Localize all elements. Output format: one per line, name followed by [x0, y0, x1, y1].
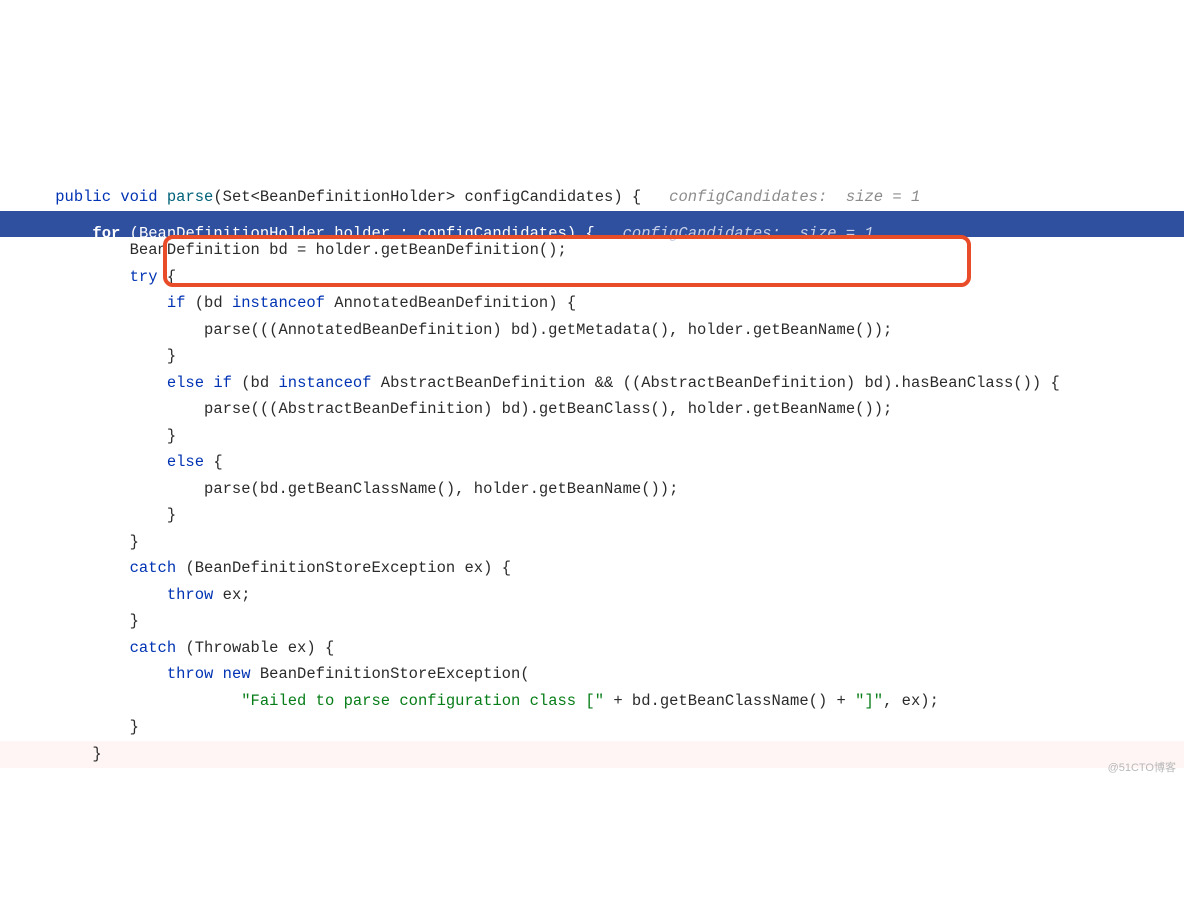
gutter [0, 290, 18, 317]
code-line[interactable]: else if (bd instanceof AbstractBeanDefin… [0, 370, 1184, 397]
code-token [18, 559, 130, 577]
code-token [18, 453, 167, 471]
gutter [0, 714, 18, 741]
code-token: configCandidates: size = 1 [641, 188, 920, 206]
watermark: @51CTO博客 [1108, 759, 1176, 778]
code-token: } [18, 533, 139, 551]
gutter [0, 661, 18, 688]
gutter [0, 767, 18, 783]
gutter [0, 423, 18, 450]
code-token: (bd [195, 294, 232, 312]
code-line[interactable]: BeanDefinition bd = holder.getBeanDefini… [0, 237, 1184, 264]
code-token: throw [167, 586, 223, 604]
code-token [18, 294, 167, 312]
code-line[interactable]: } [0, 502, 1184, 529]
code-line[interactable]: throw ex; [0, 582, 1184, 609]
code-token: } [18, 612, 139, 630]
code-line[interactable]: } [0, 423, 1184, 450]
code-token: "]" [855, 692, 883, 710]
gutter [0, 264, 18, 291]
code-line[interactable]: catch (BeanDefinitionStoreException ex) … [0, 555, 1184, 582]
gutter [0, 582, 18, 609]
code-token [18, 692, 241, 710]
gutter [0, 476, 18, 503]
code-token: { [167, 268, 176, 286]
code-line[interactable]: throw new BeanDefinitionStoreException( [0, 661, 1184, 688]
code-token: + bd.getBeanClassName() + [613, 692, 855, 710]
code-token: } [18, 347, 176, 365]
gutter [0, 608, 18, 635]
code-token: else if [167, 374, 241, 392]
code-token: try [130, 268, 167, 286]
code-token: } [18, 506, 176, 524]
code-line[interactable] [0, 767, 1184, 783]
code-line[interactable]: else { [0, 449, 1184, 476]
gutter [0, 396, 18, 423]
gutter [0, 688, 18, 715]
code-token: catch [130, 559, 186, 577]
gutter [0, 502, 18, 529]
code-token: } [18, 427, 176, 445]
gutter [0, 555, 18, 582]
gutter [0, 741, 18, 768]
code-token: instanceof [278, 374, 380, 392]
code-line[interactable]: try { [0, 264, 1184, 291]
code-token: (Set<BeanDefinitionHolder> configCandida… [213, 188, 641, 206]
code-line[interactable]: } [0, 608, 1184, 635]
code-token: BeanDefinition bd = holder.getBeanDefini… [18, 241, 567, 259]
code-token [18, 771, 27, 783]
code-token: parse(((AnnotatedBeanDefinition) bd).get… [18, 321, 892, 339]
gutter [0, 343, 18, 370]
code-token: , ex); [883, 692, 939, 710]
code-line[interactable]: catch (Throwable ex) { [0, 635, 1184, 662]
code-token: (Throwable ex) { [185, 639, 334, 657]
code-token [18, 665, 167, 683]
gutter [0, 317, 18, 344]
code-token: (bd [241, 374, 278, 392]
code-token: } [18, 745, 102, 763]
code-token: if [167, 294, 195, 312]
code-token: else [167, 453, 214, 471]
code-line[interactable]: parse(bd.getBeanClassName(), holder.getB… [0, 476, 1184, 503]
gutter [0, 449, 18, 476]
code-line[interactable]: public void parse(Set<BeanDefinitionHold… [0, 184, 1184, 211]
gutter [0, 184, 18, 211]
code-token [18, 268, 130, 286]
code-line[interactable]: parse(((AbstractBeanDefinition) bd).getB… [0, 396, 1184, 423]
code-editor[interactable]: public void parse(Set<BeanDefinitionHold… [0, 105, 1184, 783]
gutter [0, 529, 18, 556]
code-line[interactable]: } [0, 714, 1184, 741]
code-token: throw new [167, 665, 260, 683]
code-token: AnnotatedBeanDefinition) { [334, 294, 576, 312]
code-token: BeanDefinitionStoreException( [260, 665, 530, 683]
code-line[interactable]: "Failed to parse configuration class [" … [0, 688, 1184, 715]
code-token: catch [130, 639, 186, 657]
code-token: { [213, 453, 222, 471]
lines-container: public void parse(Set<BeanDefinitionHold… [0, 184, 1184, 783]
code-token [18, 374, 167, 392]
code-line[interactable]: } [0, 741, 1184, 768]
code-token: "Failed to parse configuration class [" [241, 692, 613, 710]
code-line[interactable]: parse(((AnnotatedBeanDefinition) bd).get… [0, 317, 1184, 344]
code-token: parse [167, 188, 214, 206]
code-token: parse(bd.getBeanClassName(), holder.getB… [18, 480, 678, 498]
code-token: public void [55, 188, 167, 206]
code-line[interactable]: for (BeanDefinitionHolder holder : confi… [0, 211, 1184, 238]
code-token: (BeanDefinitionStoreException ex) { [185, 559, 511, 577]
code-token: } [18, 718, 139, 736]
gutter [0, 370, 18, 397]
gutter [0, 237, 18, 264]
code-token: AbstractBeanDefinition && ((AbstractBean… [381, 374, 1060, 392]
code-token [18, 639, 130, 657]
code-line[interactable]: } [0, 529, 1184, 556]
code-line[interactable]: if (bd instanceof AnnotatedBeanDefinitio… [0, 290, 1184, 317]
code-token [18, 188, 55, 206]
code-token [18, 586, 167, 604]
code-token: ex; [223, 586, 251, 604]
code-line[interactable]: } [0, 343, 1184, 370]
gutter [0, 635, 18, 662]
gutter [0, 211, 18, 238]
code-token: instanceof [232, 294, 334, 312]
code-token: parse(((AbstractBeanDefinition) bd).getB… [18, 400, 892, 418]
